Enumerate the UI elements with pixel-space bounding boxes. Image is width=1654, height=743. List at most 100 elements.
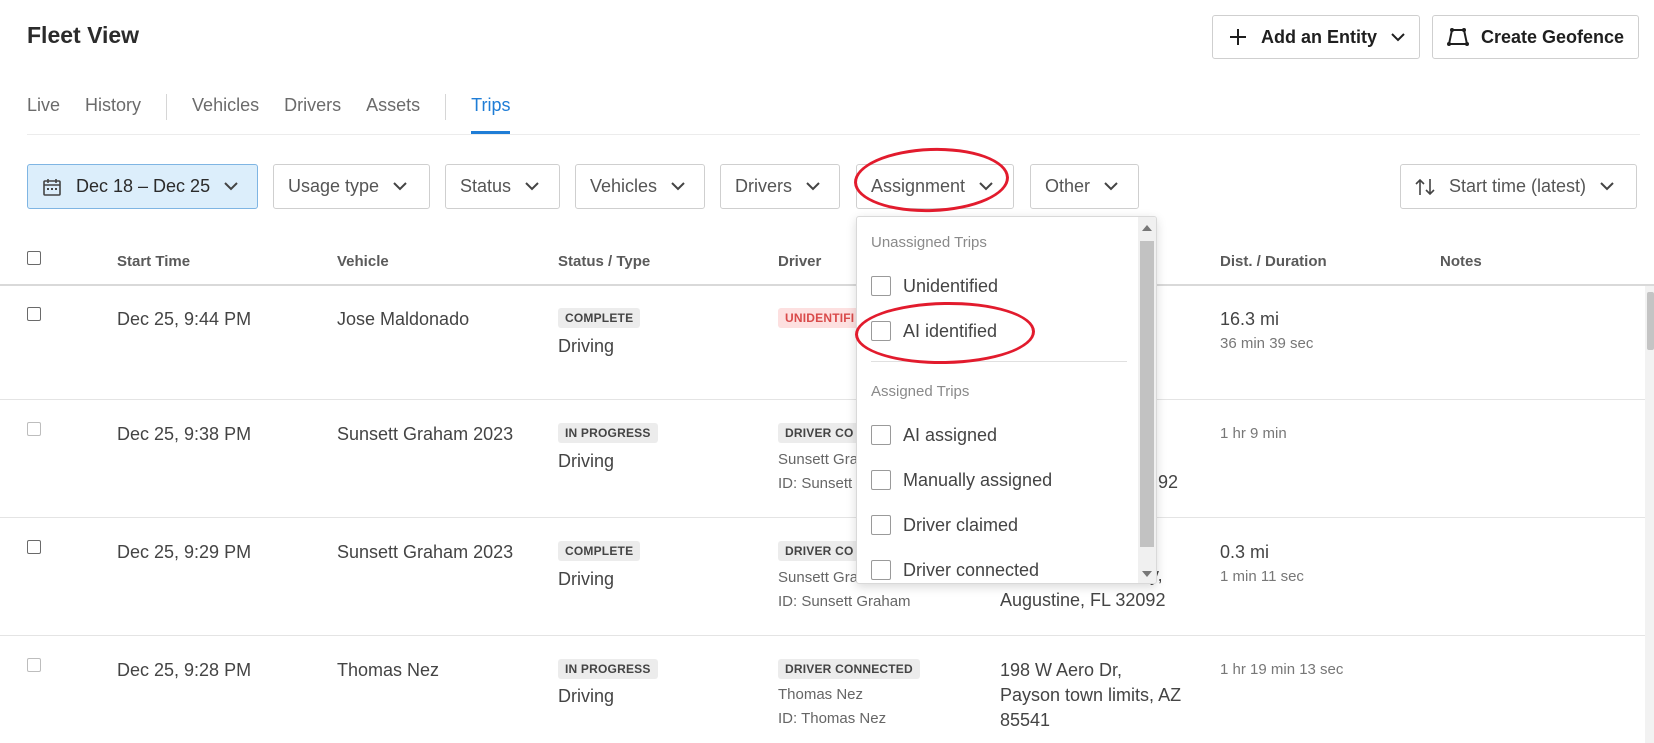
vehicle-name[interactable]: Jose Maldonado [337, 309, 469, 330]
drivers-filter[interactable]: Drivers [720, 164, 840, 209]
driver-name[interactable]: Sunsett Gra [778, 569, 858, 586]
create-geofence-button[interactable]: Create Geofence [1432, 15, 1640, 59]
tab-assets[interactable]: Assets [366, 92, 420, 134]
driver-name[interactable]: Thomas Nez [778, 686, 863, 703]
driver-badge: DRIVER CO [778, 423, 861, 443]
column-header-status-type[interactable]: Status / Type [558, 253, 650, 270]
driver-name[interactable]: Sunsett Gra [778, 451, 858, 468]
tab-vehicles[interactable]: Vehicles [192, 92, 259, 134]
usage-type-label: Usage type [288, 176, 380, 196]
option-driver-claimed[interactable]: Driver claimed [871, 512, 1018, 538]
option-label: Manually assigned [903, 469, 1053, 490]
option-checkbox[interactable] [871, 560, 891, 580]
select-all-checkbox[interactable] [27, 251, 41, 265]
status-badge: COMPLETE [558, 541, 641, 561]
driver-id: ID: Sunsett [778, 475, 853, 492]
option-label: Driver connected [903, 559, 1040, 580]
duration: 1 min 11 sec [1220, 568, 1304, 585]
page-scrollbar-thumb[interactable] [1647, 292, 1654, 350]
duration: 1 hr 9 min [1220, 425, 1287, 442]
chevron-down-icon [979, 182, 993, 191]
status-badge: IN PROGRESS [558, 423, 658, 443]
page-scrollbar[interactable] [1645, 286, 1654, 743]
option-label: AI identified [903, 320, 998, 341]
nav-tabs: Live History Vehicles Drivers Assets Tri… [27, 92, 535, 136]
option-driver-connected[interactable]: Driver connected [871, 557, 1039, 583]
unassigned-trips-group-label: Unassigned Trips [871, 234, 987, 251]
create-geofence-label: Create Geofence [1481, 26, 1625, 47]
sort-icon [1415, 178, 1435, 196]
drivers-label: Drivers [735, 176, 792, 196]
option-ai-identified[interactable]: AI identified [871, 318, 997, 344]
tab-divider [166, 94, 168, 120]
chevron-down-icon [1391, 32, 1405, 42]
assigned-trips-group-label: Assigned Trips [871, 383, 970, 400]
status-filter[interactable]: Status [445, 164, 560, 209]
option-manually-assigned[interactable]: Manually assigned [871, 467, 1052, 493]
tab-drivers[interactable]: Drivers [284, 92, 341, 134]
assignment-label: Assignment [871, 176, 966, 196]
table-row[interactable]: Dec 25, 9:28 PM Thomas Nez IN PROGRESS D… [0, 636, 1654, 743]
vehicle-name[interactable]: Sunsett Graham 2023 [337, 542, 513, 563]
vehicles-filter[interactable]: Vehicles [575, 164, 705, 209]
start-time: Dec 25, 9:38 PM [117, 424, 252, 444]
tab-history[interactable]: History [85, 92, 141, 134]
table-row[interactable]: Dec 25, 9:29 PM Sunsett Graham 2023 COMP… [0, 518, 1654, 636]
location: 92 [1158, 472, 1179, 492]
distance: 16.3 mi [1220, 309, 1280, 329]
column-header-notes[interactable]: Notes [1440, 253, 1482, 270]
option-unidentified[interactable]: Unidentified [871, 273, 998, 299]
date-range-label: Dec 18 – Dec 25 [76, 176, 211, 196]
calendar-icon [42, 177, 62, 197]
sort-label: Start time (latest) [1449, 176, 1587, 196]
option-checkbox[interactable] [871, 321, 891, 341]
option-checkbox[interactable] [871, 470, 891, 490]
table-row[interactable]: Dec 25, 9:44 PM Jose Maldonado COMPLETE … [0, 288, 1654, 400]
vehicle-name[interactable]: Thomas Nez [337, 660, 439, 681]
row-checkbox[interactable] [27, 307, 41, 321]
duration: 1 hr 19 min 13 sec [1220, 661, 1344, 678]
vehicles-label: Vehicles [590, 176, 658, 196]
geofence-icon [1447, 26, 1469, 48]
column-header-start-time[interactable]: Start Time [117, 253, 190, 270]
option-label: AI assigned [903, 424, 998, 445]
chevron-down-icon [525, 182, 539, 191]
chevron-down-icon [1600, 182, 1614, 191]
start-time: Dec 25, 9:44 PM [117, 309, 252, 329]
chevron-down-icon [1104, 182, 1118, 191]
dropdown-scrollbar[interactable] [1138, 217, 1156, 583]
other-filter[interactable]: Other [1030, 164, 1139, 209]
column-header-dist-duration[interactable]: Dist. / Duration [1220, 253, 1327, 270]
trip-type: Driving [558, 336, 615, 356]
driver-id: ID: Thomas Nez [778, 710, 887, 727]
table-header: Start Time Vehicle Status / Type Driver … [0, 240, 1654, 286]
option-checkbox[interactable] [871, 276, 891, 296]
tabs-divider [27, 134, 1640, 135]
column-header-vehicle[interactable]: Vehicle [337, 253, 389, 270]
table-row[interactable]: Dec 25, 9:38 PM Sunsett Graham 2023 IN P… [0, 400, 1654, 518]
row-checkbox[interactable] [27, 540, 41, 554]
row-checkbox[interactable] [27, 422, 41, 436]
duration: 36 min 39 sec [1220, 335, 1314, 352]
scroll-up-arrow-icon[interactable] [1142, 225, 1152, 231]
usage-type-filter[interactable]: Usage type [273, 164, 430, 209]
tab-live[interactable]: Live [27, 92, 60, 134]
option-ai-assigned[interactable]: AI assigned [871, 422, 997, 448]
option-checkbox[interactable] [871, 425, 891, 445]
trip-type: Driving [558, 451, 615, 471]
status-badge: IN PROGRESS [558, 659, 658, 679]
dropdown-scrollbar-thumb[interactable] [1140, 241, 1154, 547]
scroll-down-arrow-icon[interactable] [1142, 571, 1152, 577]
column-header-driver[interactable]: Driver [778, 253, 821, 270]
option-checkbox[interactable] [871, 515, 891, 535]
assignment-filter[interactable]: Assignment [856, 164, 1014, 209]
row-checkbox[interactable] [27, 658, 41, 672]
location-line-3: 85541 [1000, 710, 1051, 730]
vehicle-name[interactable]: Sunsett Graham 2023 [337, 424, 513, 445]
add-entity-button[interactable]: Add an Entity [1212, 15, 1420, 59]
tab-trips[interactable]: Trips [471, 92, 511, 134]
sort-dropdown[interactable]: Start time (latest) [1400, 164, 1637, 209]
driver-badge: DRIVER CO [778, 541, 861, 561]
date-range-filter[interactable]: Dec 18 – Dec 25 [27, 164, 258, 209]
trip-type: Driving [558, 569, 615, 589]
